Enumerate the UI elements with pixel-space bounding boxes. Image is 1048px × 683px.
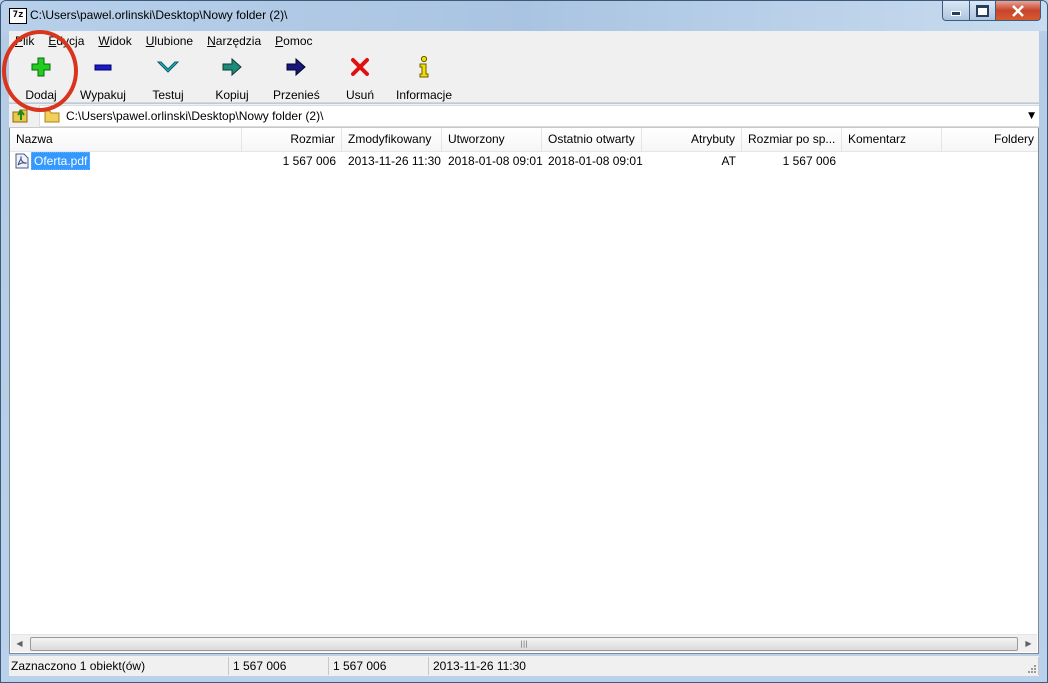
extract-label: Wypakuj xyxy=(80,88,126,102)
info-button[interactable]: Informacje xyxy=(393,55,455,102)
file-created: 2018-01-08 09:01 xyxy=(448,154,543,168)
column-attributes[interactable]: Atrybuty xyxy=(642,128,742,151)
status-packed: 1 567 006 xyxy=(329,657,429,675)
extract-button[interactable]: Wypakuj xyxy=(75,55,131,102)
menu-bar: Plik Edycja Widok Ulubione Narzędzia Pom… xyxy=(9,31,1039,51)
status-bar: Zaznaczono 1 obiekt(ów) 1 567 006 1 567 … xyxy=(9,656,1039,676)
test-label: Testuj xyxy=(152,88,184,102)
status-date: 2013-11-26 11:30 xyxy=(429,657,1039,675)
scrollbar-thumb[interactable]: ||| xyxy=(30,637,1018,651)
close-icon xyxy=(1012,4,1024,17)
column-name[interactable]: Nazwa xyxy=(10,128,242,151)
column-packed-size[interactable]: Rozmiar po sp... xyxy=(742,128,842,151)
status-size: 1 567 006 xyxy=(229,657,329,675)
app-icon[interactable]: 7z xyxy=(9,8,27,24)
scroll-right-icon[interactable]: ▶ xyxy=(1020,635,1037,652)
address-path[interactable]: C:\Users\pawel.orlinski\Desktop\Nowy fol… xyxy=(66,109,323,123)
close-button[interactable] xyxy=(996,1,1041,21)
maximize-button[interactable] xyxy=(970,1,996,21)
file-packed-size: 1 567 006 xyxy=(782,154,836,168)
copy-button[interactable]: Kopiuj xyxy=(209,55,255,102)
window-title: C:\Users\pawel.orlinski\Desktop\Nowy fol… xyxy=(30,8,288,22)
status-selection: Zaznaczono 1 obiekt(ów) xyxy=(9,657,229,675)
file-folders xyxy=(942,151,1040,171)
menu-edit[interactable]: Edycja xyxy=(41,31,91,51)
test-icon xyxy=(156,61,180,73)
table-row[interactable]: Oferta.pdf 1 567 006 2013-11-26 11:30 20… xyxy=(10,151,1038,171)
app-window: 7z C:\Users\pawel.orlinski\Desktop\Nowy … xyxy=(0,0,1048,683)
file-name-cell[interactable]: Oferta.pdf xyxy=(14,152,91,170)
up-folder-icon xyxy=(12,109,28,123)
folder-icon xyxy=(44,110,60,123)
column-modified[interactable]: Zmodyfikowany xyxy=(342,128,442,151)
add-icon xyxy=(31,57,51,77)
file-name[interactable]: Oferta.pdf xyxy=(31,152,91,170)
file-size: 1 567 006 xyxy=(282,154,336,168)
column-comment[interactable]: Komentarz xyxy=(842,128,942,151)
maximize-icon xyxy=(976,4,989,17)
copy-label: Kopiuj xyxy=(215,88,249,102)
chevron-down-icon[interactable]: ▼ xyxy=(1028,111,1035,121)
up-folder-button[interactable] xyxy=(11,106,31,124)
move-icon xyxy=(286,57,306,77)
pdf-file-icon xyxy=(15,153,29,169)
file-list[interactable]: Nazwa Rozmiar Zmodyfikowany Utworzony Os… xyxy=(9,128,1039,654)
address-bar: C:\Users\pawel.orlinski\Desktop\Nowy fol… xyxy=(9,104,1039,128)
add-label: Dodaj xyxy=(25,88,57,102)
title-bar[interactable]: 7z C:\Users\pawel.orlinski\Desktop\Nowy … xyxy=(1,1,1047,31)
scroll-left-icon[interactable]: ◀ xyxy=(11,635,28,652)
menu-tools[interactable]: Narzędzia xyxy=(200,31,268,51)
resize-grip-icon[interactable] xyxy=(1027,664,1037,674)
file-accessed: 2018-01-08 09:01 xyxy=(548,154,643,168)
minimize-button[interactable] xyxy=(942,1,970,21)
delete-icon xyxy=(351,58,369,76)
column-accessed[interactable]: Ostatnio otwarty xyxy=(542,128,642,151)
column-folders[interactable]: Foldery xyxy=(942,128,1040,151)
window-controls xyxy=(942,1,1041,21)
address-field[interactable]: C:\Users\pawel.orlinski\Desktop\Nowy fol… xyxy=(39,105,1039,127)
toolbar: Dodaj Wypakuj Testuj Kopiuj Przenieś Usu… xyxy=(9,51,1039,103)
column-size[interactable]: Rozmiar xyxy=(242,128,342,151)
column-created[interactable]: Utworzony xyxy=(442,128,542,151)
column-header: Nazwa Rozmiar Zmodyfikowany Utworzony Os… xyxy=(10,128,1038,152)
test-button[interactable]: Testuj xyxy=(145,55,191,102)
move-button[interactable]: Przenieś xyxy=(273,55,320,102)
file-modified: 2013-11-26 11:30 xyxy=(348,154,441,168)
delete-button[interactable]: Usuń xyxy=(339,55,381,102)
add-button[interactable]: Dodaj xyxy=(19,55,63,102)
info-icon xyxy=(419,55,429,78)
file-attributes: AT xyxy=(721,154,736,168)
menu-help[interactable]: Pomoc xyxy=(268,31,319,51)
grip-icon: ||| xyxy=(520,640,528,648)
menu-view[interactable]: Widok xyxy=(91,31,138,51)
info-label: Informacje xyxy=(395,88,453,102)
delete-label: Usuń xyxy=(345,88,374,102)
menu-file[interactable]: Plik xyxy=(9,31,41,51)
copy-icon xyxy=(222,57,242,77)
horizontal-scrollbar[interactable]: ◀ ||| ▶ xyxy=(11,634,1037,652)
menu-favorites[interactable]: Ulubione xyxy=(139,31,200,51)
minimize-icon xyxy=(951,11,961,16)
file-comment xyxy=(842,151,942,171)
move-label: Przenieś xyxy=(273,88,320,102)
extract-icon xyxy=(94,64,112,71)
